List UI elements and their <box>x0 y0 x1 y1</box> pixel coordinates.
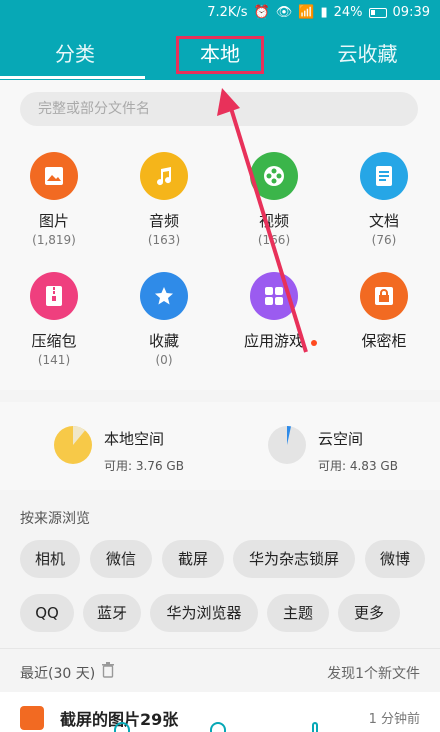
category-count: (163) <box>147 233 181 247</box>
category-count: (76) <box>371 233 397 247</box>
alarm-icon: ⏰ <box>253 5 270 20</box>
category-favorites[interactable]: 收藏 (0) <box>114 272 214 367</box>
local-storage-pie <box>54 426 92 464</box>
new-badge-dot <box>311 340 317 346</box>
category-images[interactable]: 图片 (1,819) <box>4 152 104 247</box>
image-icon <box>30 152 78 200</box>
document-icon <box>360 152 408 200</box>
category-audio[interactable]: 音频 (163) <box>114 152 214 247</box>
wifi-icon: 📶 <box>298 5 315 20</box>
recent-header: 最近(30 天) 发现1个新文件 <box>0 648 440 692</box>
star-icon <box>140 272 188 320</box>
music-icon <box>140 152 188 200</box>
browse-by-source-title: 按来源浏览 <box>20 511 90 527</box>
apps-icon <box>250 272 298 320</box>
source-chip[interactable]: 微信 <box>90 540 152 578</box>
tab-cloud[interactable]: 云收藏 <box>310 28 425 80</box>
cloud-storage-pie <box>268 426 306 464</box>
category-label: 收藏 <box>148 332 179 350</box>
category-apps-games[interactable]: 应用游戏 <box>224 272 324 351</box>
local-storage-label[interactable]: 本地空间 <box>104 428 164 449</box>
category-documents[interactable]: 文档 (76) <box>334 152 434 247</box>
category-label: 压缩包 <box>31 332 77 350</box>
category-label: 音频 <box>148 212 179 230</box>
category-safe[interactable]: 保密柜 <box>334 272 434 351</box>
category-label: 视频 <box>258 212 289 230</box>
safe-icon <box>360 272 408 320</box>
zip-icon <box>30 272 78 320</box>
category-label: 应用游戏 <box>243 332 304 350</box>
source-chip[interactable]: 主题 <box>267 594 329 632</box>
source-chip[interactable]: 华为浏览器 <box>150 594 258 632</box>
cloud-storage-label[interactable]: 云空间 <box>318 428 363 449</box>
tab-category[interactable]: 分类 <box>20 28 130 80</box>
nav-search-icon[interactable] <box>210 722 226 732</box>
category-count: (0) <box>155 353 173 367</box>
source-chip[interactable]: 相机 <box>20 540 80 578</box>
nav-files-icon[interactable] <box>114 722 130 732</box>
battery-icon <box>368 7 387 18</box>
category-count: (166) <box>257 233 291 247</box>
source-chip[interactable]: 微博 <box>365 540 425 578</box>
search-input[interactable]: 完整或部分文件名 <box>20 92 418 126</box>
clock: 09:39 <box>392 5 430 20</box>
local-storage-available: 可用: 3.76 GB <box>104 459 184 473</box>
source-chip[interactable]: 更多 <box>338 594 400 632</box>
category-label: 保密柜 <box>361 332 407 350</box>
eye-icon: 👁 <box>275 5 293 20</box>
category-count: (1,819) <box>32 233 76 247</box>
battery-percent: 24% <box>333 5 363 20</box>
status-bar: 7.2K/s ⏰ 👁 📶 ▮ 24% 09:39 <box>0 0 440 28</box>
signal-icon: ▮ <box>320 5 328 20</box>
category-count: (141) <box>37 353 71 367</box>
category-label: 文档 <box>368 212 399 230</box>
active-tab-indicator <box>0 76 145 79</box>
source-chip[interactable]: 蓝牙 <box>83 594 141 632</box>
category-video[interactable]: 视频 (166) <box>224 152 324 247</box>
discover-new-files[interactable]: 发现1个新文件 <box>327 663 420 683</box>
film-icon <box>250 152 298 200</box>
source-chip[interactable]: 截屏 <box>162 540 224 578</box>
nav-more-icon[interactable] <box>312 722 318 732</box>
bottom-nav <box>0 722 440 732</box>
network-speed: 7.2K/s <box>207 5 248 20</box>
source-chip[interactable]: 华为杂志锁屏 <box>233 540 355 578</box>
recent-title: 最近(30 天) <box>20 666 96 682</box>
trash-icon[interactable] <box>101 662 115 678</box>
source-chip[interactable]: QQ <box>20 594 74 632</box>
category-archives[interactable]: 压缩包 (141) <box>4 272 104 367</box>
category-label: 图片 <box>38 212 69 230</box>
annotation-highlight-box <box>176 36 264 74</box>
cloud-storage-available: 可用: 4.83 GB <box>318 459 398 473</box>
